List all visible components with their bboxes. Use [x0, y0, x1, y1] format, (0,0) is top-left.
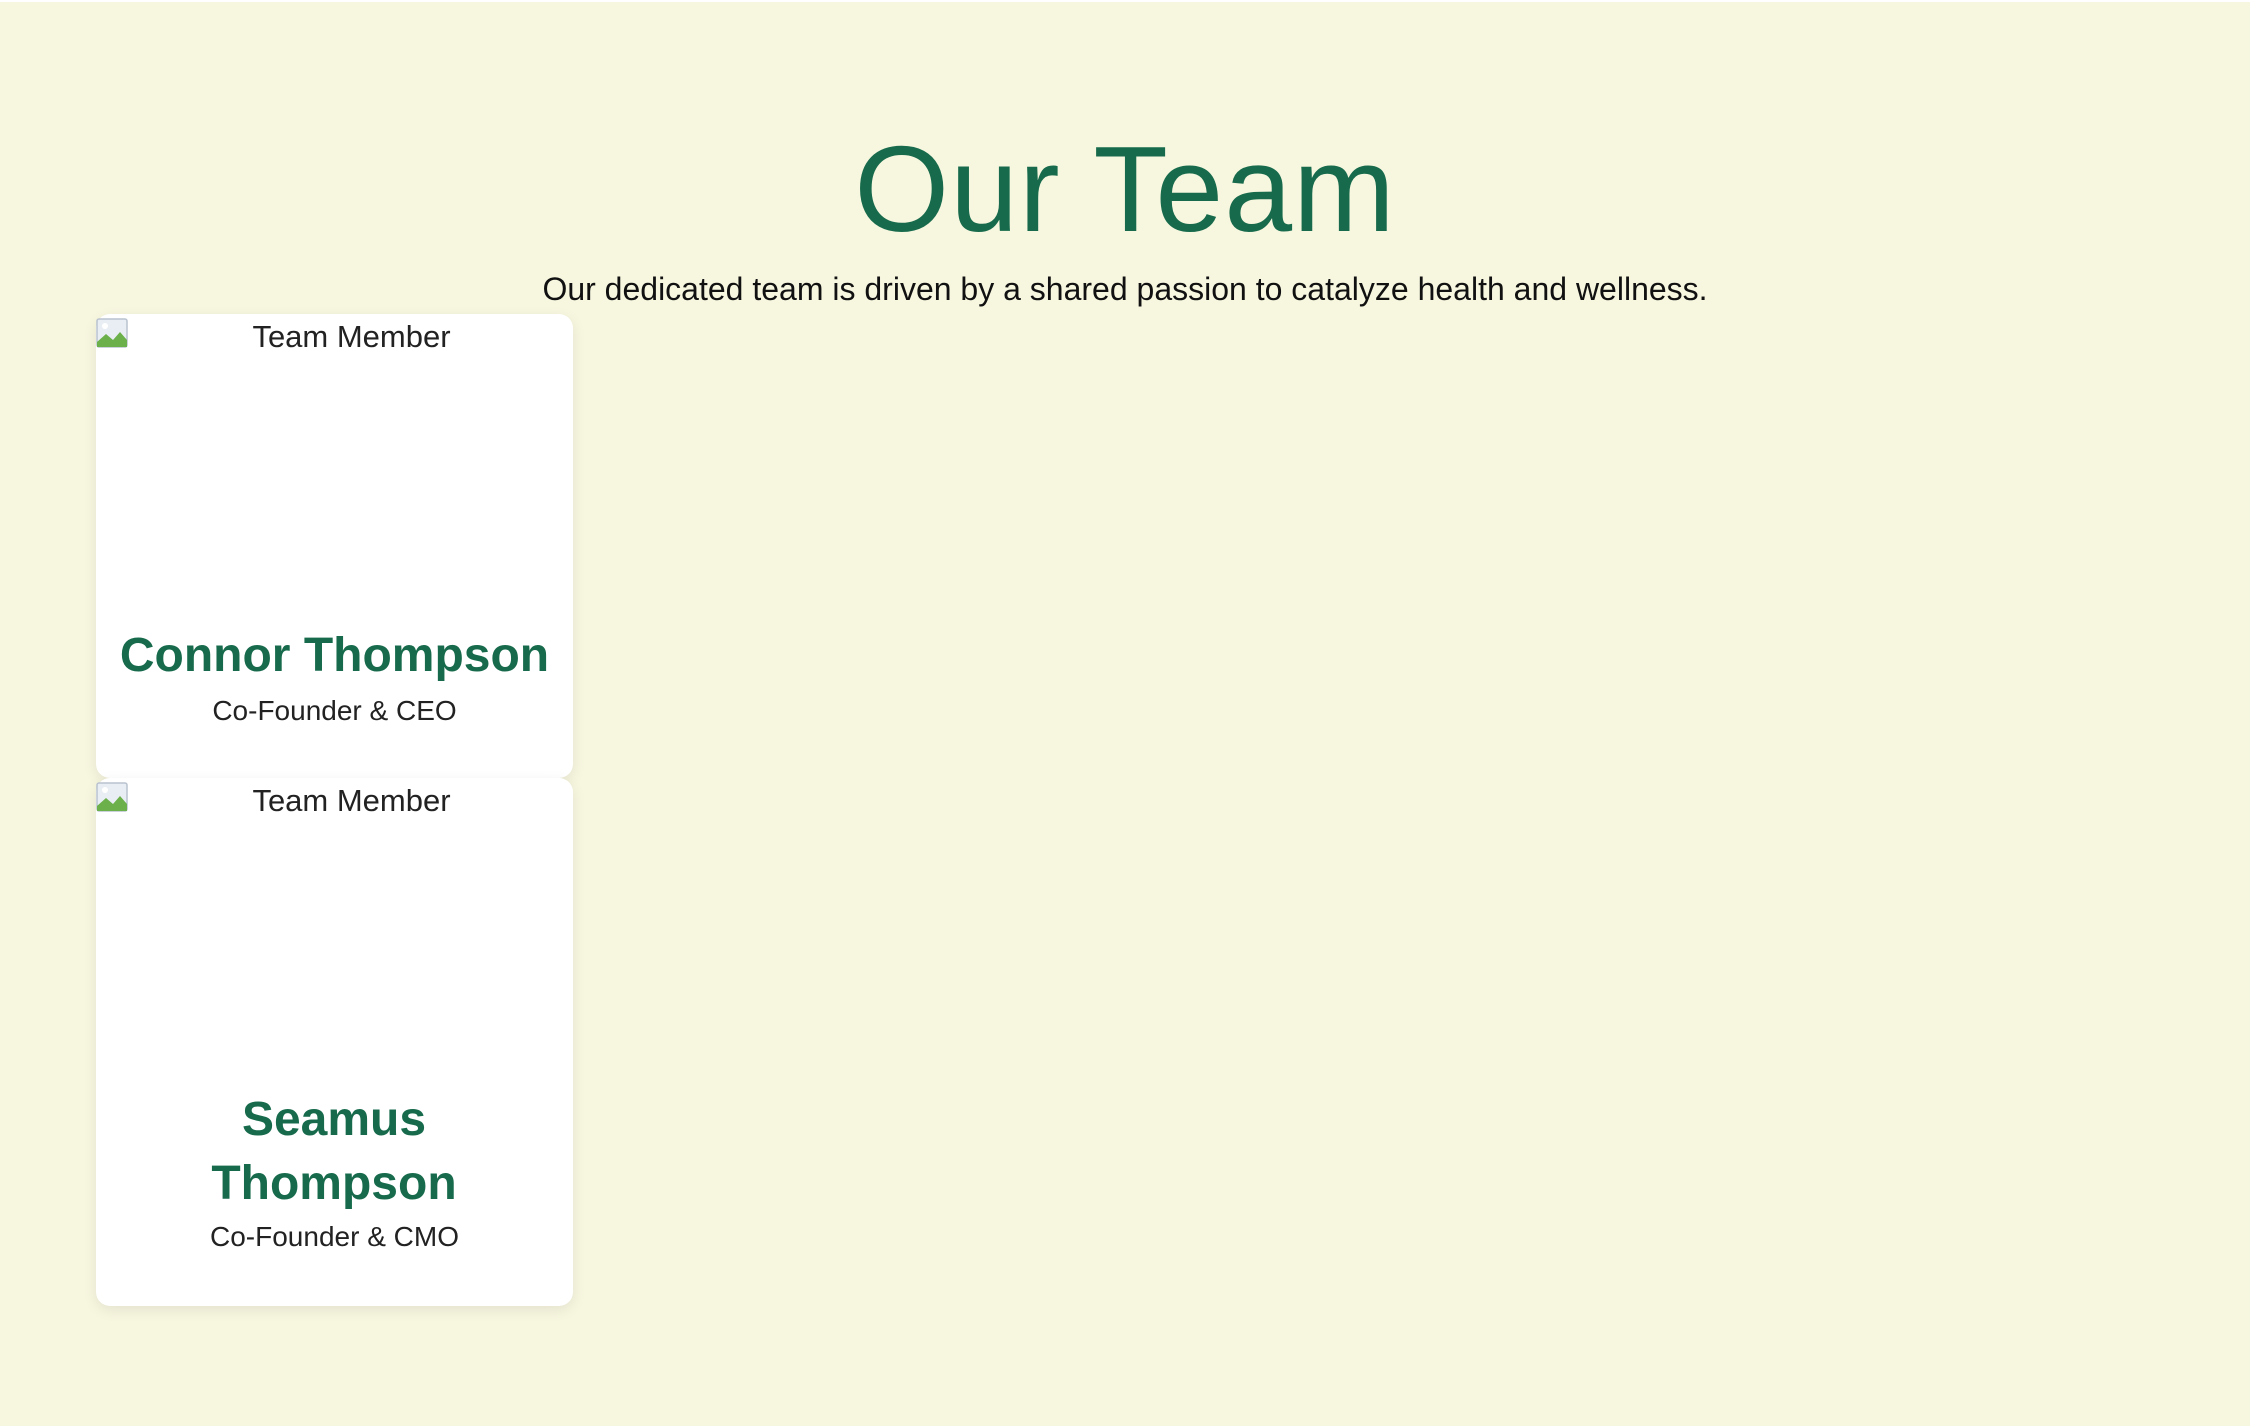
member-role: Co-Founder & CMO — [210, 1221, 459, 1252]
broken-image-icon — [96, 782, 128, 812]
page-title: Our Team — [854, 121, 1396, 257]
member-name: Seamus Thompson — [211, 1093, 457, 1210]
team-member-photo: Team Member — [96, 314, 573, 584]
team-member-card: Team Member Seamus Thompson Co-Founder &… — [96, 778, 573, 1306]
team-member-photo: Team Member — [96, 778, 573, 1048]
member-role: Co-Founder & CEO — [212, 695, 457, 726]
member-name: Connor Thompson — [119, 629, 550, 682]
photo-alt-text: Team Member — [252, 319, 451, 354]
team-section: Our Team Our dedicated team is driven by… — [0, 0, 2250, 1426]
broken-image-icon — [96, 318, 128, 348]
page-subtitle: Our dedicated team is driven by a shared… — [542, 271, 1708, 307]
team-member-card: Team Member Connor Thompson Co-Founder &… — [96, 314, 573, 778]
photo-alt-text: Team Member — [252, 783, 451, 818]
